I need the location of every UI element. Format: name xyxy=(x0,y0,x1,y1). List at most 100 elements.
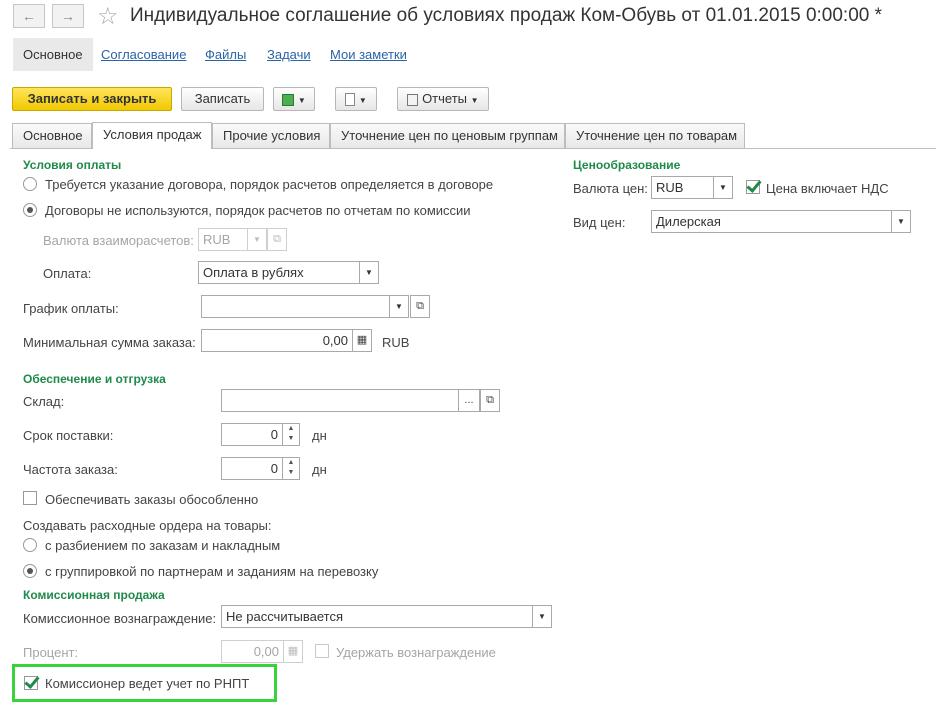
open-icon: ⧉ xyxy=(273,233,281,245)
spin-down-icon[interactable]: ▼ xyxy=(283,434,299,444)
ellipsis-icon: ... xyxy=(464,394,474,406)
delivery-field[interactable]: 0 xyxy=(221,423,283,446)
separate-orders-checkbox[interactable] xyxy=(23,491,37,505)
frequency-unit: дн xyxy=(312,462,327,477)
tab-sales-terms[interactable]: Условия продаж xyxy=(92,122,212,149)
price-type-field[interactable]: Дилерская xyxy=(651,210,892,233)
star-icon[interactable]: ☆ xyxy=(97,2,119,31)
arrow-left-icon: ← xyxy=(22,8,36,24)
copy-icon xyxy=(282,93,295,106)
chevron-down-icon: ▼ xyxy=(297,96,306,105)
spin-up-icon[interactable]: ▲ xyxy=(283,458,299,468)
min-sum-field[interactable]: 0,00 xyxy=(201,329,353,352)
page-title: Индивидуальное соглашение об условиях пр… xyxy=(130,5,883,26)
delivery-unit: дн xyxy=(312,428,327,443)
commission-group-header: Комиссионная продажа xyxy=(23,588,165,602)
nav-tab-tasks[interactable]: Задачи xyxy=(267,47,311,62)
nav-tab-approval[interactable]: Согласование xyxy=(101,47,186,62)
orders-label: Создавать расходные ордера на товары: xyxy=(23,518,272,533)
delivery-spinner[interactable]: ▲ ▼ xyxy=(282,423,300,446)
rnpt-checkbox[interactable] xyxy=(24,676,38,690)
min-sum-currency: RUB xyxy=(382,335,410,350)
document-clock-icon xyxy=(345,93,356,107)
tab-main[interactable]: Основное xyxy=(12,123,92,148)
settle-currency-open[interactable]: ⧉ xyxy=(267,228,287,251)
orders-split-label: с разбиением по заказам и накладным xyxy=(45,538,281,553)
open-icon: ⧉ xyxy=(486,394,494,406)
payment-contract-radio[interactable] xyxy=(23,177,37,191)
settle-currency-field[interactable]: RUB xyxy=(198,228,248,251)
chevron-down-icon: ▼ xyxy=(253,235,261,244)
price-type-dropdown[interactable]: ▼ xyxy=(891,210,911,233)
rnpt-label: Комиссионер ведет учет по РНПТ xyxy=(45,676,250,691)
vat-included-checkbox[interactable] xyxy=(746,180,760,194)
payment-method-dropdown[interactable]: ▼ xyxy=(359,261,379,284)
calculator-icon: ▦ xyxy=(287,645,299,657)
calculator-button[interactable]: ▦ xyxy=(352,329,372,352)
arrow-right-icon: → xyxy=(61,8,75,24)
chevron-down-icon: ▼ xyxy=(538,612,546,621)
frequency-label: Частота заказа: xyxy=(23,462,118,477)
tab-divider xyxy=(212,148,936,149)
shipping-group-header: Обеспечение и отгрузка xyxy=(23,372,166,386)
payment-group-header: Условия оплаты xyxy=(23,158,122,172)
chevron-down-icon: ▼ xyxy=(719,183,727,192)
withhold-label: Удержать вознаграждение xyxy=(336,645,496,660)
spin-down-icon[interactable]: ▼ xyxy=(283,468,299,478)
chevron-down-icon: ▼ xyxy=(897,217,905,226)
payment-contract-label: Требуется указание договора, порядок рас… xyxy=(45,177,494,192)
frequency-spinner[interactable]: ▲ ▼ xyxy=(282,457,300,480)
price-currency-field[interactable]: RUB xyxy=(651,176,714,199)
schedule-dropdown[interactable]: ▼ xyxy=(389,295,409,318)
tab-divider-left xyxy=(10,148,92,149)
settle-currency-dropdown[interactable]: ▼ xyxy=(247,228,267,251)
frequency-field[interactable]: 0 xyxy=(221,457,283,480)
withhold-checkbox[interactable] xyxy=(315,644,329,658)
schedule-field[interactable] xyxy=(201,295,391,318)
nav-tab-files[interactable]: Файлы xyxy=(205,47,246,62)
orders-group-label: с группировкой по партнерам и заданиям н… xyxy=(45,564,379,579)
back-button[interactable]: ← xyxy=(13,4,45,28)
orders-group-radio[interactable] xyxy=(23,564,37,578)
separate-orders-label: Обеспечивать заказы обособленно xyxy=(45,492,259,507)
spin-up-icon[interactable]: ▲ xyxy=(283,424,299,434)
tab-price-groups[interactable]: Уточнение цен по ценовым группам xyxy=(330,123,565,148)
schedule-open[interactable]: ⧉ xyxy=(410,295,430,318)
percent-calculator[interactable]: ▦ xyxy=(283,640,303,663)
chevron-down-icon: ▼ xyxy=(395,302,403,311)
payment-method-field[interactable]: Оплата в рублях xyxy=(198,261,360,284)
chevron-down-icon: ▼ xyxy=(358,96,367,105)
warehouse-select-button[interactable]: ... xyxy=(458,389,480,412)
calculator-icon: ▦ xyxy=(356,334,368,346)
price-currency-dropdown[interactable]: ▼ xyxy=(713,176,733,199)
save-button[interactable]: Записать xyxy=(181,87,264,111)
schedule-label: График оплаты: xyxy=(23,301,119,316)
payment-commission-label: Договоры не используются, порядок расчет… xyxy=(45,203,471,218)
nav-tab-main[interactable]: Основное xyxy=(13,38,93,71)
orders-split-radio[interactable] xyxy=(23,538,37,552)
vat-included-label: Цена включает НДС xyxy=(766,181,889,196)
reports-label: Отчеты xyxy=(422,91,467,106)
nav-tab-notes[interactable]: Мои заметки xyxy=(330,47,407,62)
forward-button[interactable]: → xyxy=(52,4,84,28)
percent-label: Процент: xyxy=(23,645,79,660)
price-type-label: Вид цен: xyxy=(573,215,626,230)
create-based-on-button[interactable]: ▼ xyxy=(273,87,315,111)
tab-other-terms[interactable]: Прочие условия xyxy=(212,123,330,148)
payment-method-label: Оплата: xyxy=(43,266,92,281)
save-and-close-button[interactable]: Записать и закрыть xyxy=(12,87,172,111)
warehouse-open[interactable]: ⧉ xyxy=(480,389,500,412)
percent-field[interactable]: 0,00 xyxy=(221,640,284,663)
min-sum-label: Минимальная сумма заказа: xyxy=(23,335,196,350)
payment-commission-radio[interactable] xyxy=(23,203,37,217)
pricing-group-header: Ценообразование xyxy=(573,158,681,172)
commission-fee-field[interactable]: Не рассчитывается xyxy=(221,605,533,628)
print-button[interactable]: ▼ xyxy=(335,87,377,111)
tab-price-products[interactable]: Уточнение цен по товарам xyxy=(565,123,745,148)
warehouse-field[interactable] xyxy=(221,389,459,412)
commission-fee-label: Комиссионное вознаграждение: xyxy=(23,611,217,626)
settle-currency-label: Валюта взаиморасчетов: xyxy=(43,233,194,248)
reports-button[interactable]: Отчеты ▼ xyxy=(397,87,489,111)
chevron-down-icon: ▼ xyxy=(470,96,479,105)
commission-fee-dropdown[interactable]: ▼ xyxy=(532,605,552,628)
